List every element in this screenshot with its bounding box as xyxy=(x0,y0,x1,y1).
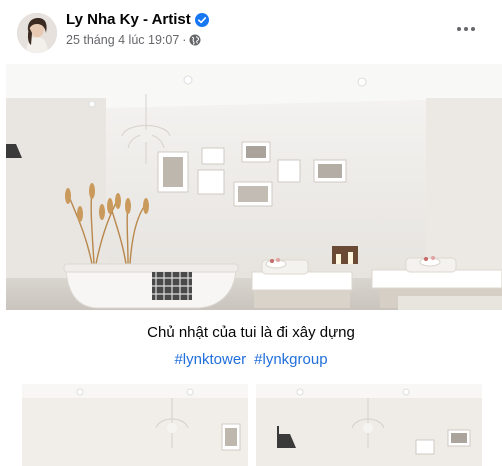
more-dot xyxy=(457,27,461,31)
post-hashtags: #lynktower #lynkgroup xyxy=(0,351,502,368)
post-header: Ly Nha Ky - Artist 25 tháng 4 lúc 19:07 … xyxy=(0,0,502,62)
more-dot xyxy=(464,27,468,31)
author-avatar[interactable] xyxy=(17,13,57,53)
more-dot xyxy=(471,27,475,31)
verified-badge-icon xyxy=(194,12,209,27)
post-photo-thumbnail-2[interactable] xyxy=(256,384,482,466)
post-photo-thumbnail-1[interactable] xyxy=(22,384,248,466)
more-options-icon[interactable] xyxy=(455,22,477,36)
hashtag-lynktower[interactable]: #lynktower xyxy=(174,351,246,368)
post-timestamp[interactable]: 25 tháng 4 lúc 19:07 xyxy=(66,33,179,47)
post-caption: Chủ nhật của tui là đi xây dựng xyxy=(147,324,355,341)
meta-separator: · xyxy=(182,33,187,47)
post-main-photo[interactable] xyxy=(6,64,502,310)
author-name-text[interactable]: Ly Nha Ky - Artist xyxy=(66,11,191,28)
post-meta: 25 tháng 4 lúc 19:07 · xyxy=(66,33,201,47)
author-name[interactable]: Ly Nha Ky - Artist xyxy=(66,11,209,28)
hashtag-lynkgroup[interactable]: #lynkgroup xyxy=(254,351,327,368)
globe-icon[interactable] xyxy=(189,34,201,46)
